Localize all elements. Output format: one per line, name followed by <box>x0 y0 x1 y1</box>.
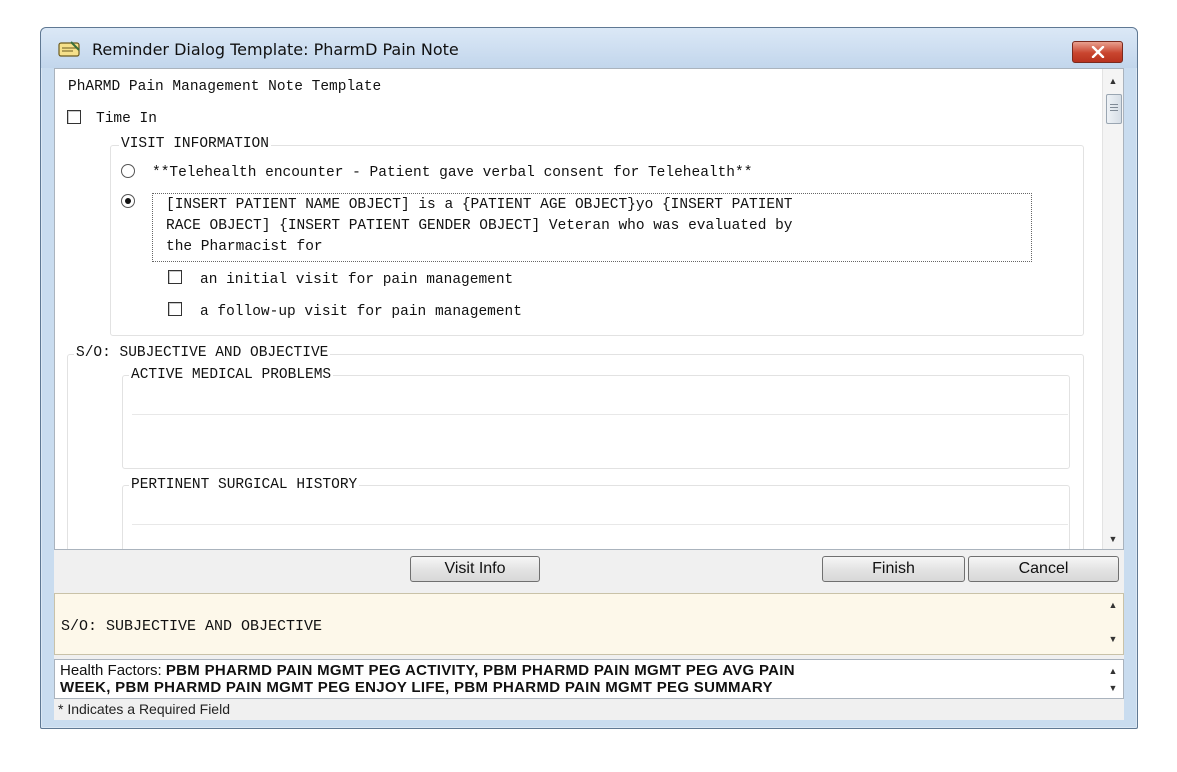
scroll-up-arrow-icon[interactable]: ▲ <box>1103 71 1123 91</box>
active-problems-legend: ACTIVE MEDICAL PROBLEMS <box>129 367 334 383</box>
initial-visit-checkbox[interactable] <box>168 270 182 284</box>
subjective-objective-legend: S/O: SUBJECTIVE AND OBJECTIVE <box>74 345 331 361</box>
telehealth-label[interactable]: **Telehealth encounter - Patient gave ve… <box>152 165 752 181</box>
health-factors-text: Health Factors: PBM PHARMD PAIN MGMT PEG… <box>60 662 1100 696</box>
hint-scroll-down-icon[interactable]: ▼ <box>1103 634 1123 644</box>
status-bar: * Indicates a Required Field <box>54 700 1124 720</box>
section-hint-text: S/O: SUBJECTIVE AND OBJECTIVE <box>61 618 323 635</box>
health-factors-panel[interactable]: Health Factors: PBM PHARMD PAIN MGMT PEG… <box>54 659 1124 699</box>
button-bar: Visit Info Finish Cancel <box>54 551 1124 587</box>
window-title: Reminder Dialog Template: PharmD Pain No… <box>92 40 459 59</box>
health-factors-label: Health Factors: <box>60 662 166 679</box>
visit-info-button[interactable]: Visit Info <box>410 556 540 582</box>
surgical-history-field[interactable] <box>132 524 1068 549</box>
followup-visit-checkbox[interactable] <box>168 302 182 316</box>
notepad-icon <box>58 41 80 57</box>
health-factors-line-2: WEEK, PBM PHARMD PAIN MGMT PEG ENJOY LIF… <box>60 679 773 696</box>
patient-intro-line-1: [INSERT PATIENT NAME OBJECT] is a {PATIE… <box>166 197 793 213</box>
time-in-label[interactable]: Time In <box>96 111 157 127</box>
finish-button[interactable]: Finish <box>822 556 965 582</box>
template-content: PhARMD Pain Management Note Template Tim… <box>55 69 1095 549</box>
telehealth-radio[interactable] <box>121 164 135 178</box>
health-factors-scrollbar[interactable]: ▲ ▼ <box>1103 660 1123 698</box>
reminder-dialog-window: Reminder Dialog Template: PharmD Pain No… <box>40 27 1138 729</box>
scroll-down-arrow-icon[interactable]: ▼ <box>1103 529 1123 549</box>
template-scroll-pane[interactable]: PhARMD Pain Management Note Template Tim… <box>54 68 1124 550</box>
required-field-note: * Indicates a Required Field <box>58 701 230 717</box>
active-problems-field[interactable] <box>132 414 1068 455</box>
dialog-client-area: PhARMD Pain Management Note Template Tim… <box>54 68 1124 720</box>
health-scroll-down-icon[interactable]: ▼ <box>1103 680 1123 697</box>
initial-visit-label[interactable]: an initial visit for pain management <box>200 272 513 288</box>
health-scroll-up-icon[interactable]: ▲ <box>1103 663 1123 680</box>
cancel-button[interactable]: Cancel <box>968 556 1119 582</box>
patient-intro-line-2: RACE OBJECT] {INSERT PATIENT GENDER OBJE… <box>166 218 793 234</box>
time-in-checkbox[interactable] <box>67 110 81 124</box>
title-bar[interactable]: Reminder Dialog Template: PharmD Pain No… <box>41 28 1137 68</box>
close-button[interactable] <box>1072 41 1123 63</box>
section-hint-panel[interactable]: S/O: SUBJECTIVE AND OBJECTIVE ▲ ▼ <box>54 593 1124 655</box>
scroll-thumb[interactable] <box>1106 94 1122 124</box>
hint-scroll-up-icon[interactable]: ▲ <box>1103 600 1123 610</box>
visit-information-legend: VISIT INFORMATION <box>119 136 271 152</box>
patient-intro-line-3: the Pharmacist for <box>166 239 323 255</box>
template-vertical-scrollbar[interactable]: ▲ ▼ <box>1102 69 1123 549</box>
surgical-history-legend: PERTINENT SURGICAL HISTORY <box>129 477 360 493</box>
close-icon <box>1091 46 1104 58</box>
followup-visit-label[interactable]: a follow-up visit for pain management <box>200 304 522 320</box>
health-factors-line-1: PBM PHARMD PAIN MGMT PEG ACTIVITY, PBM P… <box>165 662 795 679</box>
patient-intro-radio[interactable] <box>121 194 135 208</box>
template-heading: PhARMD Pain Management Note Template <box>68 79 382 95</box>
hint-scrollbar[interactable]: ▲ ▼ <box>1103 594 1123 654</box>
